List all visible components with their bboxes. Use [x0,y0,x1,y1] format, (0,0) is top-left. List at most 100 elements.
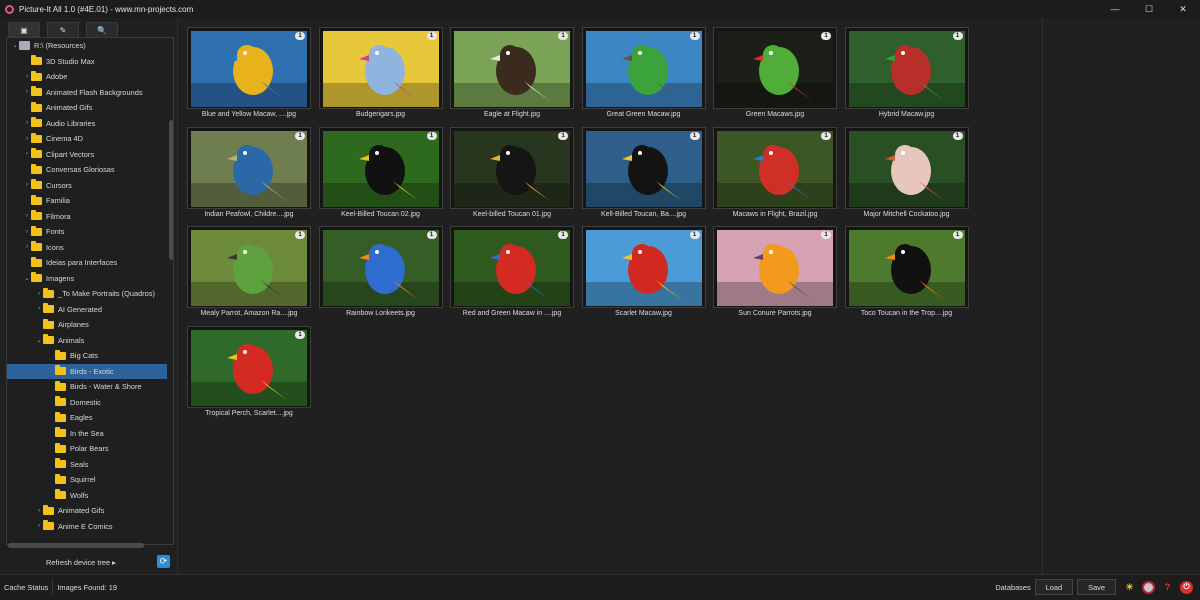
tree-horizontal-scrollbar[interactable] [8,543,144,548]
tree-item[interactable]: Ideias para Interfaces [7,255,167,271]
count-badge: 1 [426,231,437,239]
tree-item[interactable]: Polar Bears [7,441,167,457]
tree-item[interactable]: Domestic [7,395,167,411]
folder-icon [43,504,54,515]
image-thumbnail[interactable]: 1 [581,226,706,308]
tree-item[interactable]: Big Cats [7,348,167,364]
image-thumbnail[interactable]: 1 [713,226,837,308]
thumbnail-caption: Rainbow Lorikeets.jpg [346,310,415,317]
maximize-button[interactable]: ☐ [1132,0,1166,18]
tree-item[interactable]: Conversas Gloriosas [7,162,167,178]
tree-item[interactable]: › Animated Gifs [7,503,167,519]
image-thumbnail[interactable]: 1 [581,27,706,109]
chevron-right-icon[interactable]: › [23,74,31,80]
chevron-right-icon[interactable]: › [23,151,31,157]
thumbnail-gallery: 1 Blue and Yellow Macaw, ....jpg 1 Budgerig… [180,18,1042,574]
image-thumbnail[interactable]: 1 [581,126,706,209]
chevron-right-icon[interactable]: › [23,120,31,126]
image-thumbnail[interactable]: 1 [450,27,574,109]
tree-item[interactable]: › Fonts [7,224,167,240]
image-thumbnail[interactable]: 1 [844,126,969,209]
chevron-down-icon[interactable]: ⌄ [35,337,43,344]
count-badge: 1 [952,231,963,239]
tree-item[interactable]: ⌄ Imagens [7,271,167,287]
tree-item[interactable]: Familia [7,193,167,209]
count-badge: 1 [821,32,831,40]
chevron-right-icon[interactable]: › [23,89,31,95]
theme-sun-icon[interactable]: ☀ [1123,581,1136,594]
tree-vertical-scrollbar[interactable] [169,120,173,260]
tree-item[interactable]: Birds - Exotic [7,363,167,379]
image-thumbnail[interactable]: 1 [187,226,311,308]
tree-item[interactable]: › Cinema 4D [7,131,167,147]
tree-item[interactable]: Squirrel [7,472,167,488]
chevron-right-icon[interactable]: › [23,182,31,188]
image-thumbnail[interactable]: 1 [318,126,443,209]
tab-tags[interactable]: ✎ [47,22,79,37]
chevron-right-icon[interactable]: › [35,508,43,514]
chevron-right-icon[interactable]: › [23,244,31,250]
tab-search[interactable]: 🔍 [86,22,118,37]
tree-item[interactable]: Seals [7,457,167,473]
refresh-device-tree-link[interactable]: Refresh device tree ▸ [46,558,116,567]
tree-item[interactable]: ⌄ R:\ (Resources) [7,38,167,54]
image-thumbnail[interactable]: 1 [318,226,443,308]
image-thumbnail[interactable]: 1 [450,126,574,209]
tree-item[interactable]: › Filmora [7,209,167,225]
chevron-right-icon[interactable]: › [23,136,31,142]
image-thumbnail[interactable]: 1 [450,226,574,308]
image-thumbnail[interactable]: 1 [713,126,837,209]
tree-item[interactable]: Wolfs [7,488,167,504]
image-thumbnail[interactable]: 1 [187,325,311,408]
cache-status-button[interactable]: Cache Status [0,580,54,595]
tree-item[interactable]: › Animated Flash Backgrounds [7,85,167,101]
tree-item[interactable]: 3D Studio Max [7,54,167,70]
image-thumbnail[interactable]: 1 [318,27,443,109]
image-thumbnail[interactable]: 1 [844,27,969,109]
save-button[interactable]: Save [1077,579,1116,595]
tree-item[interactable]: › Anime E Comics [7,519,167,535]
chevron-right-icon[interactable]: › [23,213,31,219]
chevron-right-icon[interactable]: › [35,523,43,529]
tree-item[interactable]: › _To Make Portraits (Quadros) [7,286,167,302]
tree-item-label: Seals [70,459,89,469]
image-thumbnail[interactable]: 1 [844,226,969,308]
chevron-right-icon[interactable]: › [35,291,43,297]
chevron-right-icon[interactable]: › [23,229,31,235]
tree-item[interactable]: › AI Generated [7,302,167,318]
chevron-down-icon[interactable]: ⌄ [23,275,31,282]
thumbnail-image [717,31,833,107]
load-button[interactable]: Load [1034,579,1074,595]
image-thumbnail[interactable]: 1 [713,27,837,109]
thumbnail-caption: Tropical Perch, Scarlet....jpg [205,409,293,417]
tree-item[interactable]: ⌄ Animals [7,333,167,349]
tree-item[interactable]: In the Sea [7,426,167,442]
folder-icon [55,380,66,391]
language-flag-icon[interactable] [1142,580,1155,594]
folder-icon [55,473,66,484]
help-icon[interactable]: ? [1161,581,1174,594]
chevron-down-icon[interactable]: ⌄ [11,42,19,49]
tab-folders[interactable]: ▣ [8,22,40,37]
tree-item[interactable]: › Adobe [7,69,167,85]
refresh-icon[interactable]: ⟳ [157,555,170,568]
folder-icon [55,489,66,500]
tree-list: ⌄ R:\ (Resources) 3D Studio Max › Adobe › Anim… [7,38,167,534]
image-thumbnail[interactable]: 1 [187,126,311,209]
tree-item[interactable]: Eagles [7,410,167,426]
minimize-button[interactable]: — [1098,0,1132,18]
close-button[interactable]: ✕ [1166,0,1200,18]
tree-item[interactable]: › Clipart Vectors [7,147,167,163]
tree-item[interactable]: Animated Gifs [7,100,167,116]
power-icon[interactable]: ⏻ [1180,580,1193,594]
folder-icon [31,179,42,190]
tree-item[interactable]: Airplanes [7,317,167,333]
tree-item[interactable]: Birds - Water & Shore [7,379,167,395]
tree-item[interactable]: › Icons [7,240,167,256]
tree-item[interactable]: › Audio Libraries [7,116,167,132]
window-controls: — ☐ ✕ [1098,0,1200,18]
chevron-right-icon[interactable]: › [35,306,43,312]
folder-icon [31,210,42,221]
tree-item[interactable]: › Cursors [7,178,167,194]
image-thumbnail[interactable]: 1 [187,27,311,109]
